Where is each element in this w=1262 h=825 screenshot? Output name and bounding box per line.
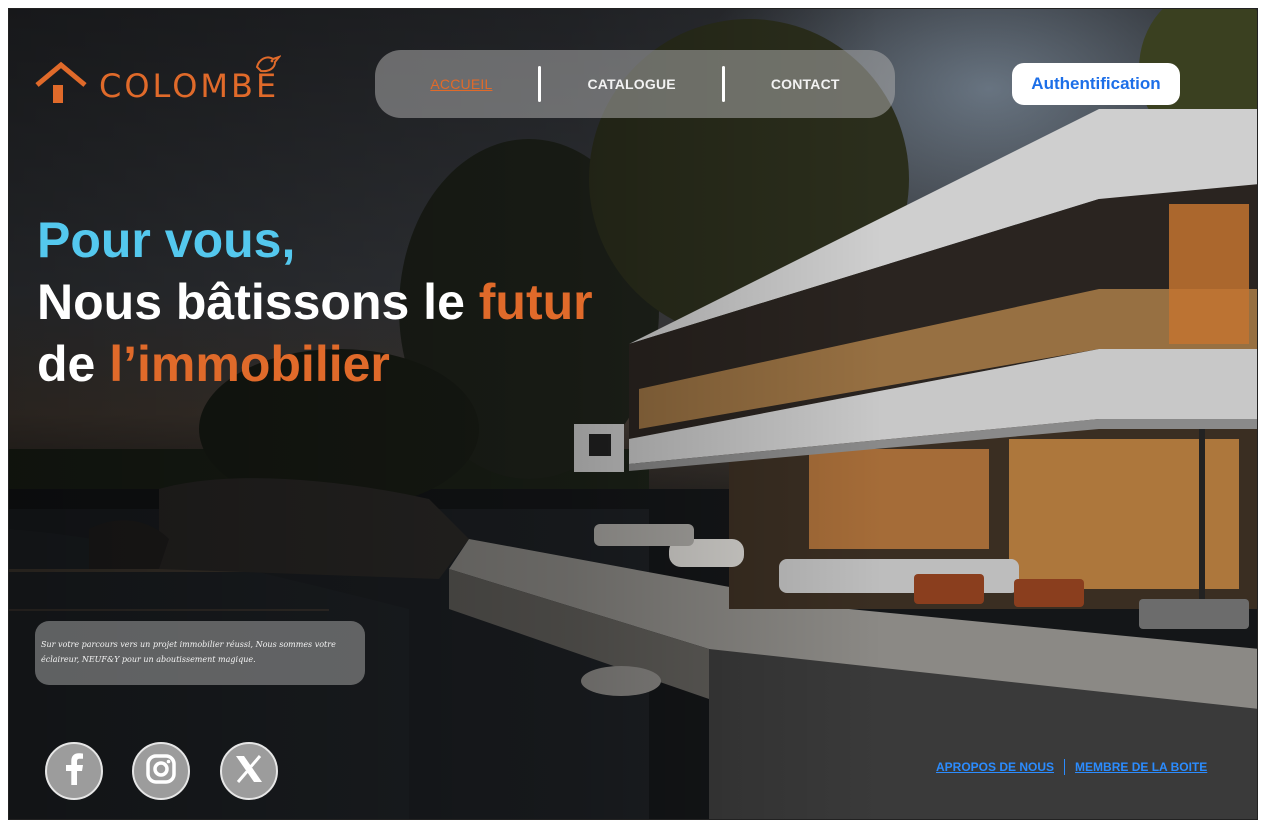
nav-item-accueil[interactable]: ACCUEIL: [384, 76, 538, 92]
hero-line-3: de l’immobilier: [37, 336, 390, 392]
brand-logo[interactable]: COLOMBE: [33, 54, 282, 110]
hero-line-1: Pour vous,: [37, 212, 296, 268]
facebook-icon: [61, 752, 87, 790]
house-icon: [33, 61, 89, 110]
facebook-button[interactable]: [45, 742, 103, 800]
main-nav: ACCUEIL CATALOGUE CONTACT: [375, 50, 895, 118]
bird-icon: [253, 53, 282, 80]
page-frame: COLOMBE ACCUEIL CATALOGUE CONTACT Authen…: [8, 8, 1258, 820]
x-button[interactable]: [220, 742, 278, 800]
hero-line-2: Nous bâtissons le futur: [37, 274, 593, 330]
footer-divider: [1064, 759, 1066, 775]
nav-item-contact[interactable]: CONTACT: [725, 76, 886, 92]
hero-heading: Pour vous, Nous bâtissons le futur de l’…: [37, 209, 593, 395]
instagram-icon: [145, 753, 177, 790]
nav-item-catalogue[interactable]: CATALOGUE: [541, 76, 721, 92]
footer-link-apropos[interactable]: APROPOS DE NOUS: [936, 760, 1054, 774]
footer-link-membre[interactable]: MEMBRE DE LA BOITE: [1075, 760, 1207, 774]
background-photo: [9, 9, 1257, 819]
footer-links: APROPOS DE NOUS MEMBRE DE LA BOITE: [936, 759, 1207, 775]
tagline-text: Sur votre parcours vers un projet immobi…: [41, 640, 336, 664]
tagline-box: Sur votre parcours vers un projet immobi…: [35, 621, 365, 685]
instagram-button[interactable]: [132, 742, 190, 800]
authentification-button[interactable]: Authentification: [1012, 63, 1180, 105]
x-icon: [234, 754, 264, 788]
